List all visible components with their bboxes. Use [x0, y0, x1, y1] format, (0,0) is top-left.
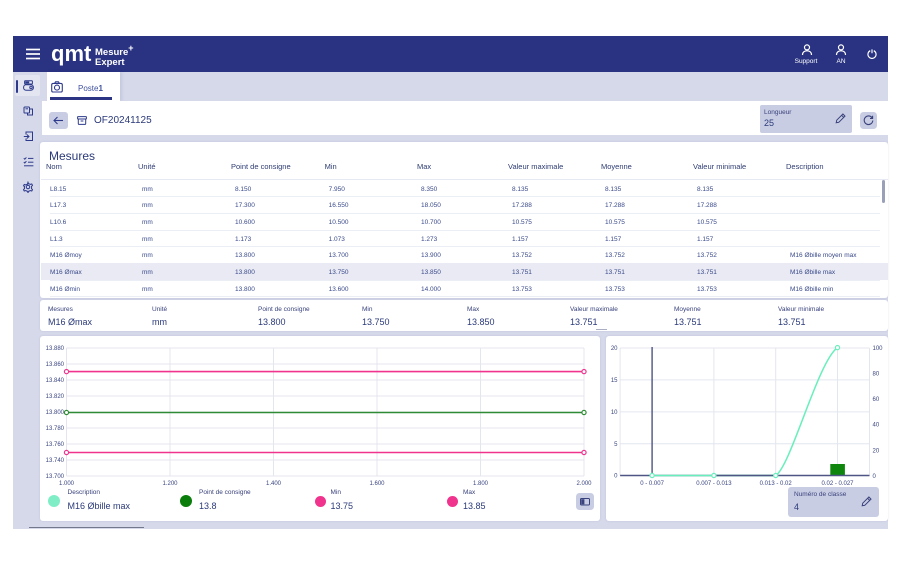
svg-text:20: 20	[872, 448, 879, 454]
svg-text:1.000: 1.000	[59, 481, 75, 487]
svg-text:13.880: 13.880	[46, 346, 65, 352]
svg-text:1.600: 1.600	[369, 481, 385, 487]
svg-text:13.860: 13.860	[46, 362, 65, 368]
svg-text:15: 15	[610, 378, 617, 384]
svg-text:0 - 0.007: 0 - 0.007	[640, 481, 664, 487]
svg-text:13.780: 13.780	[46, 426, 65, 432]
svg-text:10: 10	[610, 410, 617, 416]
svg-text:60: 60	[872, 397, 879, 403]
svg-text:13.820: 13.820	[46, 394, 65, 400]
svg-text:100: 100	[872, 346, 883, 352]
svg-text:0.013 - 0.02: 0.013 - 0.02	[759, 481, 792, 487]
svg-text:13.840: 13.840	[46, 378, 65, 384]
svg-text:40: 40	[872, 423, 879, 429]
svg-text:20: 20	[610, 346, 617, 352]
svg-text:13.700: 13.700	[46, 474, 65, 480]
svg-text:0: 0	[872, 474, 876, 480]
svg-text:13.800: 13.800	[46, 410, 65, 416]
svg-text:1.800: 1.800	[473, 481, 489, 487]
svg-text:2.000: 2.000	[576, 481, 592, 487]
svg-text:13.760: 13.760	[46, 442, 65, 448]
svg-text:13.740: 13.740	[46, 458, 65, 464]
svg-text:5: 5	[614, 442, 618, 448]
svg-text:80: 80	[872, 372, 879, 378]
svg-text:1.400: 1.400	[266, 481, 282, 487]
svg-text:0: 0	[614, 474, 618, 480]
svg-text:1.200: 1.200	[162, 481, 178, 487]
svg-text:0.007 - 0.013: 0.007 - 0.013	[696, 481, 732, 487]
